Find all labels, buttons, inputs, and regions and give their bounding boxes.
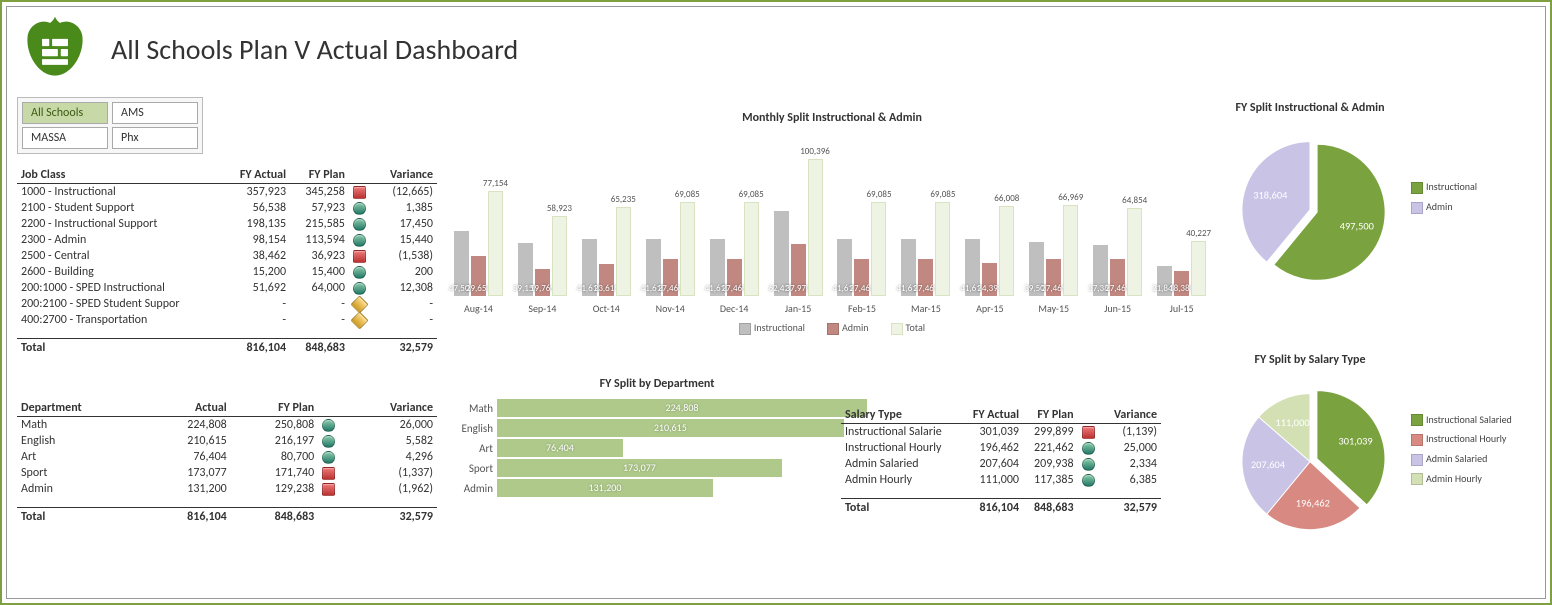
dept-total: Total 816,104 848,683 32,579 <box>17 508 437 526</box>
filter-ams[interactable]: AMS <box>112 102 198 124</box>
school-filter: All Schools AMS MASSA Phx <box>17 97 203 154</box>
table-row: English210,615216,1975,582 <box>17 433 437 449</box>
svg-text:318,604: 318,604 <box>1253 188 1288 201</box>
table-row: Art76,40480,7004,296 <box>17 449 437 465</box>
status-indicator <box>322 435 335 448</box>
table-row: Math224,808250,80826,000 <box>17 417 437 434</box>
table-row: 2600 - Building15,20015,400200 <box>17 264 437 280</box>
svg-text:196,462: 196,462 <box>1296 497 1330 510</box>
status-indicator <box>1082 426 1095 439</box>
status-indicator <box>350 311 368 329</box>
monthly-chart: Monthly Split Instructional & Admin 47,5… <box>447 111 1217 335</box>
pie-instr-admin: FY Split Instructional & Admin 497,50031… <box>1215 101 1535 293</box>
svg-text:111,000: 111,000 <box>1275 416 1309 429</box>
table-row: Instructional Salarie301,039299,899(1,13… <box>841 424 1161 441</box>
status-indicator <box>353 250 366 263</box>
table-row: Admin131,200129,238(1,962) <box>17 481 437 497</box>
table-row: Admin Salaried207,604209,9382,334 <box>841 456 1161 472</box>
page-title: All Schools Plan V Actual Dashboard <box>111 32 518 67</box>
svg-text:207,604: 207,604 <box>1251 458 1286 471</box>
filter-massa[interactable]: MASSA <box>22 127 108 149</box>
dept-table: Department Actual FY Plan Variance Math2… <box>17 400 437 525</box>
table-row: Instructional Hourly196,462221,46225,000 <box>841 440 1161 456</box>
filter-all-schools[interactable]: All Schools <box>22 102 108 124</box>
status-indicator <box>353 218 366 231</box>
table-row: Admin Hourly111,000117,3856,385 <box>841 472 1161 488</box>
table-row: 2300 - Admin98,154113,59415,440 <box>17 232 437 248</box>
status-indicator <box>353 186 366 199</box>
table-row: 2200 - Instructional Support198,135215,5… <box>17 216 437 232</box>
jobclass-table: Job Class FY Actual FY Plan Variance 100… <box>17 167 437 356</box>
salary-total: Total 816,104 848,683 32,579 <box>841 499 1161 517</box>
status-indicator <box>322 467 335 480</box>
table-row: 2500 - Central38,46236,923(1,538) <box>17 248 437 264</box>
status-indicator <box>322 419 335 432</box>
table-row: 400:2700 - Transportation--- <box>17 312 437 328</box>
table-row: 1000 - Instructional357,923345,258(12,66… <box>17 184 437 201</box>
status-indicator <box>1082 442 1095 455</box>
jobclass-total: Total 816,104 848,683 32,579 <box>17 339 437 357</box>
logo-icon <box>19 13 91 85</box>
status-indicator <box>322 451 335 464</box>
status-indicator <box>353 282 366 295</box>
status-indicator <box>350 295 368 313</box>
status-indicator <box>322 483 335 496</box>
filter-phx[interactable]: Phx <box>112 127 198 149</box>
table-row: 200:1000 - SPED Instructional51,69264,00… <box>17 280 437 296</box>
table-row: 200:2100 - SPED Student Suppor--- <box>17 296 437 312</box>
table-row: 2100 - Student Support56,53857,9231,385 <box>17 200 437 216</box>
status-indicator <box>353 234 366 247</box>
pie-salary-type: FY Split by Salary Type 301,039196,46220… <box>1215 353 1535 545</box>
dept-chart: FY Split by Department Math224,808Englis… <box>447 377 867 499</box>
status-indicator <box>353 202 366 215</box>
table-row: Sport173,077171,740(1,337) <box>17 465 437 481</box>
status-indicator <box>353 266 366 279</box>
status-indicator <box>1082 474 1095 487</box>
status-indicator <box>1082 458 1095 471</box>
svg-text:497,500: 497,500 <box>1340 219 1374 232</box>
salary-table: Salary Type FY Actual FY Plan Variance I… <box>841 407 1161 516</box>
svg-text:301,039: 301,039 <box>1338 435 1372 448</box>
